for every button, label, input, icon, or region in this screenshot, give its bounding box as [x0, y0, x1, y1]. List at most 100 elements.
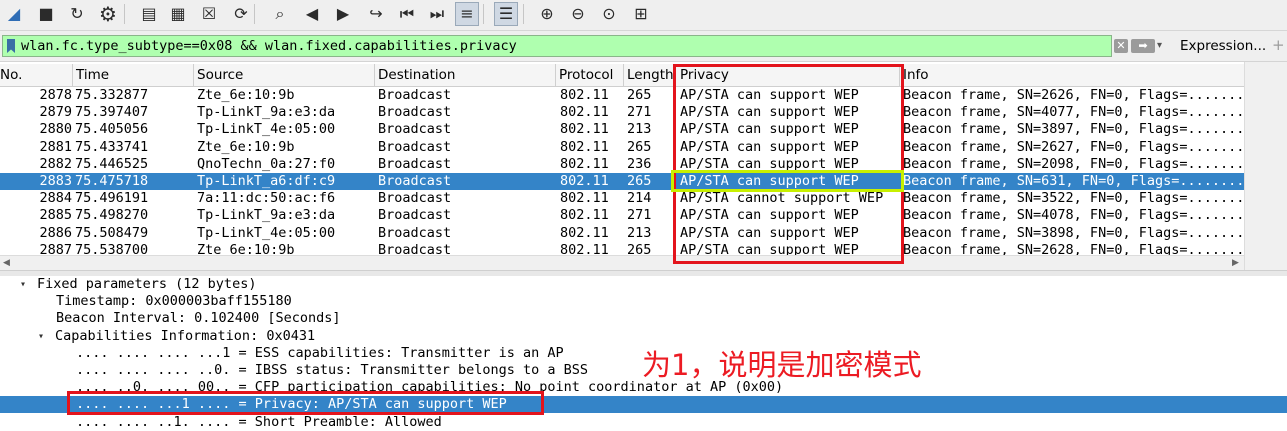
reload-file-icon[interactable]: ⟳ — [229, 2, 253, 26]
main-toolbar: ◢ ■ ↻ ⚙ ▤ ▦ ☒ ⟳ ⌕ ◀ ▶ ↪ ⏮ ⏭ ≡ ☰ ⊕ ⊖ ⊙ ⊞ — [0, 0, 1287, 31]
packet-info: Beacon frame, SN=4077, FN=0, Flags=.....… — [903, 104, 1243, 121]
go-to-packet-icon[interactable]: ↪ — [364, 2, 388, 26]
packet-length: 265 — [627, 138, 652, 155]
packet-row[interactable]: 2885 75.498270 Tp-LinkT_9a:e3:da Broadcast 8… — [0, 207, 1244, 224]
close-file-icon[interactable]: ☒ — [197, 2, 221, 26]
column-divider[interactable] — [374, 64, 375, 86]
packet-length: 265 — [627, 173, 652, 189]
packet-protocol: 802.11 — [560, 104, 609, 121]
detail-text: .... .... .... ...1 = ESS capabilities: … — [76, 344, 564, 361]
column-divider[interactable] — [193, 64, 194, 86]
column-header-source[interactable]: Source — [197, 67, 243, 83]
find-packet-icon[interactable]: ⌕ — [268, 2, 292, 26]
packet-time: 75.397407 — [75, 104, 149, 121]
privacy-column-highlight-box — [673, 64, 904, 264]
column-header-no[interactable]: No. — [0, 67, 22, 83]
capture-options-gear-icon[interactable]: ⚙ — [96, 2, 120, 26]
packet-destination: Broadcast — [378, 155, 452, 172]
packet-length: 214 — [627, 190, 652, 207]
expand-toggle-icon[interactable]: ▾ — [20, 276, 26, 293]
detail-row[interactable]: Beacon Interval: 0.102400 [Seconds] — [0, 310, 1287, 327]
expression-button[interactable]: Expression... — [1180, 38, 1266, 54]
packet-no: 2880 — [39, 121, 72, 138]
packet-destination: Broadcast — [378, 121, 452, 138]
packet-source: QnoTechn_0a:27:f0 — [197, 155, 336, 172]
column-header-info[interactable]: Info — [903, 67, 929, 83]
packet-row[interactable]: 2883 75.475718 Tp-LinkT_a6:df:c9 Broadcast 8… — [0, 173, 1244, 190]
packet-length: 213 — [627, 224, 652, 241]
detail-row[interactable]: ▾ Fixed parameters (12 bytes) — [0, 276, 1287, 293]
packet-row[interactable]: 2878 75.332877 Zte_6e:10:9b Broadcast 802.11… — [0, 87, 1244, 104]
auto-scroll-icon[interactable]: ≡ — [455, 2, 479, 26]
packet-row[interactable]: 2882 75.446525 QnoTechn_0a:27:f0 Broadcast 8… — [0, 156, 1244, 173]
detail-row[interactable]: Timestamp: 0x000003baff155180 — [0, 293, 1287, 310]
toolbar-separator — [523, 4, 524, 24]
clear-filter-icon[interactable]: ✕ — [1114, 39, 1128, 53]
zoom-in-icon[interactable]: ⊕ — [535, 2, 559, 26]
packet-protocol: 802.11 — [560, 87, 609, 103]
packet-source: Tp-LinkT_9a:e3:da — [197, 207, 336, 224]
packet-protocol: 802.11 — [560, 224, 609, 241]
packet-info: Beacon frame, SN=3522, FN=0, Flags=.....… — [903, 190, 1243, 207]
detail-row[interactable]: .... .... ..1. .... = Short Preamble: Al… — [0, 414, 1287, 431]
packet-protocol: 802.11 — [560, 121, 609, 138]
packet-list-horizontal-scrollbar[interactable]: ◀ ▶ — [0, 255, 1244, 270]
packet-row[interactable]: 2879 75.397407 Tp-LinkT_9a:e3:da Broadcast 8… — [0, 104, 1244, 121]
packet-list-vertical-scrollbar[interactable] — [1244, 62, 1287, 270]
packet-time: 75.498270 — [75, 207, 149, 224]
restart-capture-icon[interactable]: ↻ — [65, 2, 89, 26]
packet-protocol: 802.11 — [560, 207, 609, 224]
stop-capture-icon[interactable]: ■ — [34, 2, 58, 26]
packet-length: 265 — [627, 87, 652, 103]
colorize-icon[interactable]: ☰ — [494, 2, 518, 26]
privacy-bit-highlight-box — [67, 391, 544, 415]
detail-text: .... .... ..1. .... = Short Preamble: Al… — [76, 413, 442, 430]
packet-no: 2881 — [39, 138, 72, 155]
normal-size-icon[interactable]: ⊙ — [597, 2, 621, 26]
packet-row[interactable]: 2886 75.508479 Tp-LinkT_4e:05:00 Broadcast 8… — [0, 225, 1244, 242]
last-packet-icon[interactable]: ⏭ — [425, 2, 449, 26]
packet-no: 2886 — [39, 224, 72, 241]
packet-row[interactable]: 2884 75.496191 7a:11:dc:50:ac:f6 Broadcast 8… — [0, 190, 1244, 207]
display-filter-input[interactable]: wlan.fc.type_subtype==0x08 && wlan.fixed… — [2, 35, 1112, 57]
save-file-icon[interactable]: ▦ — [166, 2, 190, 26]
packet-row[interactable]: 2880 75.405056 Tp-LinkT_4e:05:00 Broadcast 8… — [0, 121, 1244, 138]
column-header-protocol[interactable]: Protocol — [559, 67, 613, 83]
column-divider[interactable] — [623, 64, 624, 86]
toolbar-separator — [483, 4, 484, 24]
packet-protocol: 802.11 — [560, 190, 609, 207]
shark-fin-start-icon[interactable]: ◢ — [2, 2, 26, 26]
first-packet-icon[interactable]: ⏮ — [395, 2, 419, 26]
expand-toggle-icon[interactable]: ▾ — [38, 328, 44, 345]
resize-columns-icon[interactable]: ⊞ — [629, 2, 653, 26]
open-file-icon[interactable]: ▤ — [137, 2, 161, 26]
go-forward-icon[interactable]: ▶ — [331, 2, 355, 26]
packet-destination: Broadcast — [378, 190, 452, 207]
filter-bookmark-icon[interactable] — [7, 39, 15, 53]
add-filter-button-icon[interactable]: + — [1272, 36, 1285, 54]
column-header-destination[interactable]: Destination — [378, 67, 455, 83]
packet-no: 2879 — [39, 104, 72, 121]
detail-text: .... .... .... ..0. = IBSS status: Trans… — [76, 362, 589, 378]
packet-source: Tp-LinkT_a6:df:c9 — [197, 173, 336, 189]
scroll-right-icon[interactable]: ▶ — [1232, 256, 1239, 270]
packet-source: Zte_6e:10:9b — [197, 87, 295, 103]
packet-protocol: 802.11 — [560, 173, 609, 189]
scroll-left-icon[interactable]: ◀ — [3, 256, 10, 270]
packet-info: Beacon frame, SN=2627, FN=0, Flags=.....… — [903, 138, 1243, 155]
column-divider[interactable] — [555, 64, 556, 86]
column-header-length[interactable]: Length — [627, 67, 674, 83]
detail-text: Beacon Interval: 0.102400 [Seconds] — [56, 310, 341, 327]
go-back-icon[interactable]: ◀ — [300, 2, 324, 26]
packet-destination: Broadcast — [378, 138, 452, 155]
packet-info: Beacon frame, SN=3897, FN=0, Flags=.....… — [903, 121, 1243, 138]
packet-source: Tp-LinkT_4e:05:00 — [197, 224, 336, 241]
column-header-time[interactable]: Time — [76, 67, 109, 83]
filter-history-dropdown-icon[interactable]: ▾ — [1157, 40, 1162, 51]
packet-list: No. Time Source Destination Protocol Len… — [0, 62, 1287, 270]
apply-filter-icon[interactable]: ➡ — [1131, 39, 1155, 53]
zoom-out-icon[interactable]: ⊖ — [566, 2, 590, 26]
column-divider[interactable] — [72, 64, 73, 86]
packet-row[interactable]: 2881 75.433741 Zte_6e:10:9b Broadcast 802.11… — [0, 139, 1244, 156]
packet-destination: Broadcast — [378, 173, 452, 189]
